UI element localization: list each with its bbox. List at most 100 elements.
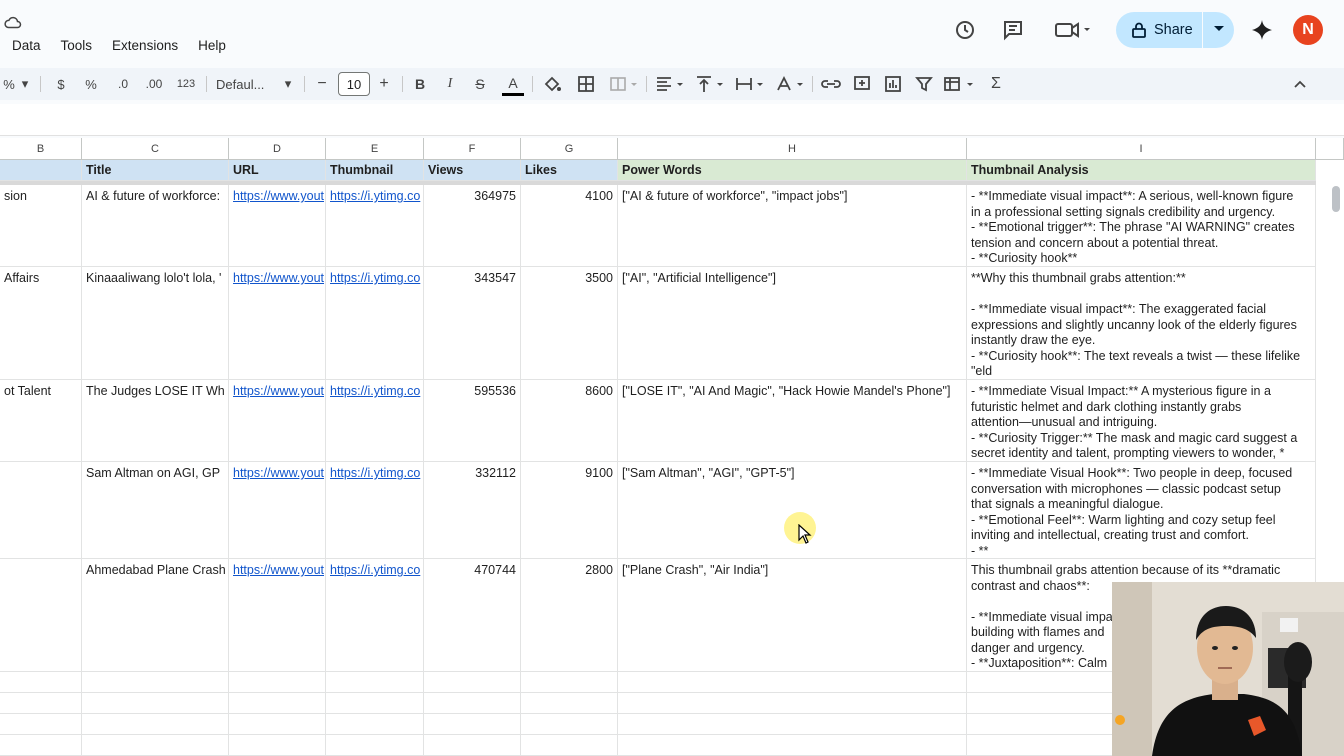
borders-icon[interactable] [576, 74, 596, 94]
empty-cell[interactable] [521, 672, 618, 693]
meet-icon[interactable] [1054, 18, 1090, 42]
empty-cell[interactable] [0, 672, 82, 693]
decrease-font-size-button[interactable]: − [312, 68, 332, 100]
functions-button[interactable]: Σ [986, 68, 1006, 100]
table-cell-analysis[interactable]: - **Immediate Visual Hook**: Two people … [967, 462, 1316, 559]
empty-cell[interactable] [326, 672, 424, 693]
increase-font-size-button[interactable]: + [374, 68, 394, 100]
currency-button[interactable]: $ [50, 68, 72, 100]
decrease-decimal-button[interactable]: .0 [110, 68, 136, 100]
table-cell-likes[interactable]: 9100 [521, 462, 618, 559]
table-cell-views[interactable]: 332112 [424, 462, 521, 559]
empty-cell[interactable] [521, 714, 618, 735]
table-cell-power-words[interactable]: ["AI & future of workforce", "impact job… [618, 185, 967, 267]
header-cell-thumbnail-analysis[interactable]: Thumbnail Analysis [967, 160, 1316, 181]
merge-cells-icon[interactable] [608, 74, 638, 94]
empty-cell[interactable] [618, 672, 967, 693]
empty-cell[interactable] [424, 714, 521, 735]
empty-cell[interactable] [229, 672, 326, 693]
table-cell-b[interactable] [0, 559, 82, 672]
filter-icon[interactable] [914, 74, 934, 94]
table-cell-title[interactable]: Ahmedabad Plane Crash [82, 559, 229, 672]
header-cell-thumbnail[interactable]: Thumbnail [326, 160, 424, 181]
empty-cell[interactable] [521, 735, 618, 756]
header-cell-power-words[interactable]: Power Words [618, 160, 967, 181]
menu-extensions[interactable]: Extensions [112, 36, 178, 56]
empty-cell[interactable] [229, 714, 326, 735]
table-cell-likes[interactable]: 2800 [521, 559, 618, 672]
column-header-i[interactable]: I [967, 138, 1316, 160]
menu-help[interactable]: Help [198, 36, 226, 56]
column-header-f[interactable]: F [424, 138, 521, 160]
empty-cell[interactable] [229, 693, 326, 714]
header-cell-views[interactable]: Views [424, 160, 521, 181]
table-cell-power-words[interactable]: ["Plane Crash", "Air India"] [618, 559, 967, 672]
empty-cell[interactable] [82, 735, 229, 756]
empty-cell[interactable] [326, 714, 424, 735]
menu-data[interactable]: Data [12, 36, 41, 56]
column-header-d[interactable]: D [229, 138, 326, 160]
table-cell-title[interactable]: The Judges LOSE IT Wh [82, 380, 229, 462]
column-header-j[interactable] [1316, 138, 1344, 160]
column-header-c[interactable]: C [82, 138, 229, 160]
comments-icon[interactable] [1001, 18, 1025, 42]
menu-tools[interactable]: Tools [61, 36, 93, 56]
zoom-dropdown-icon[interactable]: ▾ [18, 68, 32, 100]
table-cell-url[interactable]: https://www.yout [229, 267, 326, 380]
text-wrapping-icon[interactable] [734, 74, 766, 94]
header-cell-likes[interactable]: Likes [521, 160, 618, 181]
table-cell-power-words[interactable]: ["LOSE IT", "AI And Magic", "Hack Howie … [618, 380, 967, 462]
empty-cell[interactable] [521, 693, 618, 714]
column-header-g[interactable]: G [521, 138, 618, 160]
header-cell-url[interactable]: URL [229, 160, 326, 181]
empty-cell[interactable] [424, 693, 521, 714]
font-family-select[interactable]: Defaul... [216, 68, 280, 100]
collapse-toolbar-icon[interactable] [1290, 76, 1310, 92]
vertical-align-icon[interactable] [694, 74, 726, 94]
insert-link-icon[interactable] [820, 74, 842, 94]
table-cell-likes[interactable]: 8600 [521, 380, 618, 462]
table-cell-likes[interactable]: 3500 [521, 267, 618, 380]
empty-cell[interactable] [0, 714, 82, 735]
table-cell-url[interactable]: https://www.yout [229, 462, 326, 559]
column-header-b[interactable]: B [0, 138, 82, 160]
table-cell-analysis[interactable]: - **Immediate visual impact**: A serious… [967, 185, 1316, 267]
increase-decimal-button[interactable]: .00 [140, 68, 168, 100]
share-button[interactable]: Share [1116, 12, 1234, 48]
version-history-icon[interactable] [953, 18, 977, 42]
font-size-input[interactable]: 10 [338, 72, 370, 96]
table-cell-power-words[interactable]: ["AI", "Artificial Intelligence"] [618, 267, 967, 380]
table-cell-views[interactable]: 595536 [424, 380, 521, 462]
vertical-scrollbar[interactable] [1332, 186, 1340, 212]
text-color-button[interactable]: A [502, 72, 524, 96]
table-cell-views[interactable]: 470744 [424, 559, 521, 672]
table-cell-analysis[interactable]: **Why this thumbnail grabs attention:** … [967, 267, 1316, 380]
table-cell-power-words[interactable]: ["Sam Altman", "AGI", "GPT-5"] [618, 462, 967, 559]
table-cell-thumbnail[interactable]: https://i.ytimg.co [326, 462, 424, 559]
table-cell-likes[interactable]: 4100 [521, 185, 618, 267]
table-cell-b[interactable]: sion [0, 185, 82, 267]
table-cell-views[interactable]: 343547 [424, 267, 521, 380]
empty-cell[interactable] [0, 693, 82, 714]
table-cell-thumbnail[interactable]: https://i.ytimg.co [326, 267, 424, 380]
column-header-e[interactable]: E [326, 138, 424, 160]
empty-cell[interactable] [0, 735, 82, 756]
strikethrough-button[interactable]: S [470, 68, 490, 100]
empty-cell[interactable] [618, 693, 967, 714]
table-cell-thumbnail[interactable]: https://i.ytimg.co [326, 559, 424, 672]
insert-chart-icon[interactable] [883, 74, 903, 94]
bold-button[interactable]: B [410, 68, 430, 100]
italic-button[interactable]: I [440, 68, 460, 100]
percent-zoom-label[interactable]: % [0, 68, 18, 100]
table-cell-b[interactable] [0, 462, 82, 559]
horizontal-align-icon[interactable] [654, 74, 686, 94]
table-cell-views[interactable]: 364975 [424, 185, 521, 267]
formula-bar[interactable] [0, 104, 1344, 136]
table-cell-b[interactable]: ot Talent [0, 380, 82, 462]
fill-color-icon[interactable] [542, 74, 562, 94]
empty-cell[interactable] [618, 735, 967, 756]
table-cell-url[interactable]: https://www.yout [229, 559, 326, 672]
more-formats-button[interactable]: 123 [172, 68, 200, 100]
share-dropdown-icon[interactable] [1214, 26, 1224, 31]
empty-cell[interactable] [82, 693, 229, 714]
